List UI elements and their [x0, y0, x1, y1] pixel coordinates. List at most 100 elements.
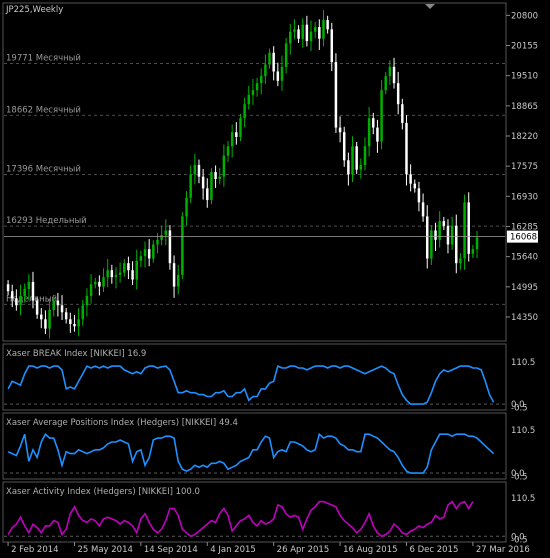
candle-body — [388, 66, 392, 77]
indicator-y-tick-label: 110.5 — [511, 494, 535, 504]
candle-body — [301, 24, 304, 39]
candle-body — [405, 122, 408, 175]
candle-body — [322, 20, 325, 39]
candle-body — [376, 127, 379, 142]
indicator-y-tick-label: 110.5 — [511, 358, 535, 368]
candle-body — [268, 52, 271, 65]
y-tick-label: 20800 — [511, 11, 538, 21]
candle-body — [123, 263, 126, 273]
candle-body — [81, 305, 85, 320]
candle-body — [210, 172, 213, 201]
y-tick-label: 18220 — [511, 132, 538, 142]
candle-body — [276, 71, 280, 81]
candle-body — [247, 94, 251, 105]
level-label: 19771 Месячный — [6, 53, 81, 63]
candle-body — [293, 29, 296, 32]
candle-body — [309, 31, 313, 42]
candle-body — [89, 284, 93, 296]
candle-body — [152, 244, 155, 259]
y-tick-label: 18865 — [511, 102, 538, 112]
level-label: 16293 Недельный — [6, 216, 87, 226]
candle-body — [218, 176, 221, 180]
candle-body — [338, 127, 342, 133]
y-tick-label: 15640 — [511, 253, 538, 263]
activity-index-title: Xaser Activity Index (Hedgers) [NIKKEI] … — [6, 487, 200, 497]
candle-body — [52, 300, 55, 310]
candle-body — [193, 164, 197, 175]
candle-body — [259, 76, 263, 84]
candle-body — [69, 319, 72, 324]
candle-body — [64, 312, 68, 320]
candle-body — [409, 174, 412, 184]
candle-body — [127, 263, 130, 271]
candle-body — [359, 164, 363, 170]
candle-body — [206, 188, 209, 201]
candle-body — [131, 270, 134, 280]
candle-body — [372, 118, 375, 128]
candle-body — [297, 29, 300, 39]
candle-body — [450, 225, 454, 245]
candle-body — [442, 221, 446, 226]
candle-body — [226, 146, 230, 156]
candle-body — [181, 216, 184, 275]
candle-body — [135, 260, 138, 280]
candle-body — [189, 174, 192, 198]
candle-body — [342, 132, 346, 161]
candle-body — [176, 274, 180, 287]
candle-body — [363, 146, 367, 165]
candle-body — [19, 295, 22, 306]
current-price-label: 16068 — [510, 233, 537, 243]
candle-body — [230, 132, 234, 147]
y-tick-label: 17575 — [511, 162, 538, 172]
candle-body — [272, 52, 275, 72]
main-chart-title: JP225,Weekly — [5, 5, 63, 15]
x-tick-label: 26 Apr 2015 — [277, 545, 330, 555]
candle-body — [98, 281, 101, 287]
candle-body — [392, 66, 396, 84]
candle-body — [255, 83, 259, 91]
y-tick-label: 14350 — [511, 313, 538, 323]
candle-body — [172, 263, 176, 287]
candle-body — [118, 272, 122, 275]
x-tick-label: 14 Sep 2014 — [144, 545, 198, 555]
candle-body — [114, 274, 118, 278]
candle-body — [147, 249, 151, 259]
candle-body — [459, 258, 462, 264]
candle-body — [467, 202, 470, 254]
x-tick-label: 2 Feb 2014 — [11, 545, 59, 555]
x-tick-label: 4 Jan 2015 — [210, 545, 256, 555]
candle-body — [185, 197, 188, 217]
candle-body — [239, 118, 242, 137]
candle-body — [77, 319, 80, 327]
candle-body — [15, 298, 18, 306]
candle-body — [106, 270, 109, 278]
candle-body — [56, 300, 60, 306]
candle-body — [396, 83, 400, 105]
candle-body — [413, 183, 417, 189]
candle-body — [455, 225, 458, 264]
candle-body — [425, 216, 429, 259]
x-tick-label: 27 Mar 2016 — [476, 545, 530, 555]
candle-body — [326, 20, 329, 30]
candle-body — [168, 230, 172, 264]
candle-body — [110, 270, 114, 278]
y-tick-label: 20155 — [511, 42, 538, 52]
candle-body — [35, 300, 39, 315]
candle-body — [446, 225, 450, 245]
candle-body — [85, 295, 89, 306]
level-label: 17396 Месячный — [6, 165, 81, 175]
x-tick-label: 16 Aug 2015 — [343, 545, 397, 555]
candle-body — [347, 160, 350, 175]
candle-body — [289, 31, 292, 44]
candle-body — [222, 155, 226, 177]
candle-body — [6, 284, 10, 292]
candle-body — [40, 314, 43, 320]
level-label: 18662 Месячный — [6, 105, 81, 115]
candle-body — [351, 146, 354, 175]
indicator-y-tick-label: -0.5 — [511, 403, 528, 413]
candle-body — [102, 277, 105, 287]
y-tick-label: 19510 — [511, 72, 538, 82]
candle-body — [160, 235, 163, 240]
candle-body — [475, 237, 479, 250]
candle-body — [380, 90, 383, 142]
